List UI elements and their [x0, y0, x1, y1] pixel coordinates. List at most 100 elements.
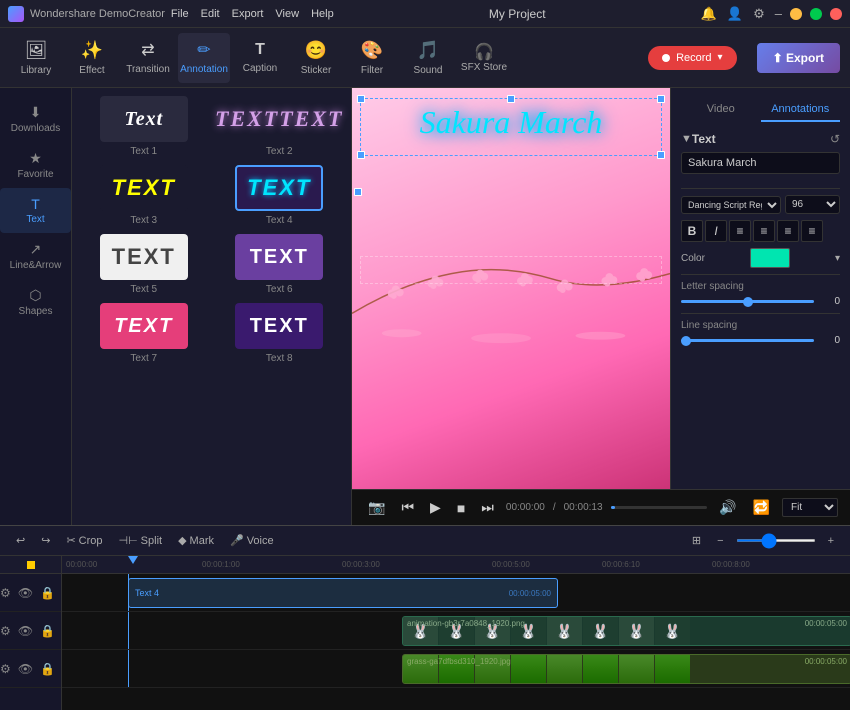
- track2-content: 🐰 🐰 🐰 🐰 🐰 🐰 🐰 🐰 animation-gb3r7a0848_192…: [62, 612, 850, 650]
- fit-select[interactable]: Fit 100% 50% Fill: [782, 498, 838, 517]
- annotation-item-4: TEXT Text 4: [216, 165, 344, 226]
- nav-shapes[interactable]: ⬡ Shapes: [0, 279, 71, 325]
- record-button[interactable]: Record ▾: [648, 46, 737, 70]
- timeline-layout-button[interactable]: ⊞: [688, 532, 705, 549]
- mark-button[interactable]: ◆ Mark: [174, 532, 218, 549]
- nav-downloads[interactable]: ⬇ Downloads: [0, 96, 71, 142]
- annotation-thumb-3[interactable]: TEXT: [100, 165, 188, 211]
- bold-button[interactable]: B: [681, 220, 703, 242]
- notification-icon[interactable]: 🔔: [701, 6, 717, 22]
- next-button[interactable]: ⏭: [477, 497, 498, 518]
- letter-spacing-slider[interactable]: [681, 300, 814, 303]
- settings-icon[interactable]: ⚙: [753, 6, 765, 22]
- track1-lock-btn[interactable]: 🔒: [38, 586, 57, 600]
- timeline-zoom-slider[interactable]: [736, 539, 816, 542]
- align-justify-button[interactable]: ≡: [801, 220, 823, 242]
- tab-video[interactable]: Video: [681, 98, 761, 122]
- line-spacing-slider[interactable]: [681, 339, 814, 342]
- grass-frame-7: [619, 654, 655, 684]
- handle-left[interactable]: [354, 188, 362, 196]
- annotation-thumb-4[interactable]: TEXT: [235, 165, 323, 211]
- crop-button[interactable]: ✂ Crop: [62, 532, 106, 549]
- win-maximize-btn[interactable]: [810, 8, 822, 20]
- align-left-button[interactable]: ≡: [729, 220, 751, 242]
- tool-sound[interactable]: 🎵 Sound: [402, 33, 454, 83]
- align-center-button[interactable]: ≡: [753, 220, 775, 242]
- track1-settings-btn[interactable]: ⚙: [0, 586, 13, 600]
- loop-button[interactable]: 🔁: [749, 497, 774, 518]
- selection-box: [360, 98, 662, 156]
- text-clip[interactable]: Text 4 00:00:05:00: [128, 578, 558, 608]
- reset-icon[interactable]: ↺: [830, 132, 840, 146]
- font-size-select[interactable]: 96: [785, 195, 840, 214]
- handle-tm[interactable]: [507, 95, 515, 103]
- align-right-button[interactable]: ≡: [777, 220, 799, 242]
- annotation-thumb-7[interactable]: TEXT: [100, 303, 188, 349]
- account-icon[interactable]: 👤: [727, 6, 743, 22]
- annotation-thumb-8[interactable]: TEXT: [235, 303, 323, 349]
- play-button[interactable]: ▶: [426, 497, 445, 518]
- handle-bl[interactable]: [357, 151, 365, 159]
- track3-content: grass-ga7dfbsd310_1920.jpg 00:00:05:00: [62, 650, 850, 688]
- tool-annotation[interactable]: ✏ Annotation: [178, 33, 230, 83]
- playhead-line-1: [128, 574, 129, 611]
- menu-export[interactable]: Export: [232, 8, 264, 20]
- undo-button[interactable]: ↩: [12, 532, 29, 549]
- tool-transition[interactable]: ⇄ Transition: [122, 33, 174, 83]
- color-dropdown-arrow[interactable]: ▾: [835, 253, 840, 264]
- voice-button[interactable]: 🎤 Voice: [226, 532, 278, 549]
- nav-favorite[interactable]: ★ Favorite: [0, 142, 71, 188]
- tab-annotations[interactable]: Annotations: [761, 98, 841, 122]
- annotation-thumb-5[interactable]: TEXT: [100, 234, 188, 280]
- tool-filter[interactable]: 🎨 Filter: [346, 33, 398, 83]
- win-minimize-btn[interactable]: [790, 8, 802, 20]
- export-button[interactable]: ⬆ Export: [757, 43, 840, 73]
- timeline-zoom-out-button[interactable]: −: [713, 533, 727, 549]
- title-bar: Wondershare DemoCreator File Edit Export…: [0, 0, 850, 28]
- tool-library[interactable]: 🖼 Library: [10, 33, 62, 83]
- annotation-thumb-1[interactable]: Text: [100, 96, 188, 142]
- annotation-thumb-2[interactable]: TEXT TEXT: [235, 96, 323, 142]
- track2-settings-btn[interactable]: ⚙: [0, 624, 13, 638]
- snapshot-button[interactable]: 📷: [364, 497, 389, 518]
- split-button[interactable]: ⊣⊢ Split: [115, 532, 167, 549]
- track2-eye-btn[interactable]: 👁: [16, 624, 35, 638]
- stop-button[interactable]: ■: [453, 498, 469, 518]
- redo-button[interactable]: ↪: [37, 532, 54, 549]
- track3-lock-btn[interactable]: 🔒: [38, 662, 57, 676]
- handle-tr[interactable]: [657, 95, 665, 103]
- text-value-input[interactable]: [681, 152, 840, 174]
- annotation-item-1: Text Text 1: [80, 96, 208, 157]
- timeline-zoom-in-button[interactable]: +: [824, 533, 838, 549]
- minimize-icon[interactable]: –: [775, 6, 782, 22]
- handle-tl[interactable]: [357, 95, 365, 103]
- tool-effect[interactable]: ✨ Effect: [66, 33, 118, 83]
- nav-text[interactable]: T Text: [0, 188, 71, 233]
- volume-button[interactable]: 🔊: [715, 497, 740, 518]
- menu-file[interactable]: File: [171, 8, 189, 20]
- menu-view[interactable]: View: [275, 8, 299, 20]
- tool-sticker[interactable]: 😊 Sticker: [290, 33, 342, 83]
- image-clip[interactable]: grass-ga7dfbsd310_1920.jpg 00:00:05:00: [402, 654, 850, 684]
- handle-br[interactable]: [657, 151, 665, 159]
- section-collapse-icon[interactable]: ▼: [681, 133, 692, 145]
- annotation-thumb-6[interactable]: TEXT: [235, 234, 323, 280]
- progress-bar[interactable]: [611, 506, 708, 509]
- annotations-panel: Text Text 1 TEXT TEXT Text 2 TEXT Text 3: [72, 88, 352, 525]
- menu-help[interactable]: Help: [311, 8, 334, 20]
- track3-settings-btn[interactable]: ⚙: [0, 662, 13, 676]
- win-close-btn[interactable]: [830, 8, 842, 20]
- track3-eye-btn[interactable]: 👁: [16, 662, 35, 676]
- italic-button[interactable]: I: [705, 220, 727, 242]
- track1-eye-btn[interactable]: 👁: [16, 586, 35, 600]
- main-toolbar: 🖼 Library ✨ Effect ⇄ Transition ✏ Annota…: [0, 28, 850, 88]
- color-swatch[interactable]: [750, 248, 790, 268]
- nav-line-arrow[interactable]: ↗ Line&Arrow: [0, 233, 71, 279]
- track2-lock-btn[interactable]: 🔒: [38, 624, 57, 638]
- tool-caption[interactable]: T Caption: [234, 33, 286, 83]
- sfx-store[interactable]: 🎧 SFX Store: [458, 42, 510, 73]
- font-select[interactable]: Dancing Script Regul: [681, 196, 781, 214]
- prev-button[interactable]: ⏮: [397, 497, 418, 518]
- animation-clip[interactable]: 🐰 🐰 🐰 🐰 🐰 🐰 🐰 🐰 animation-gb3r7a0848_192…: [402, 616, 850, 646]
- menu-edit[interactable]: Edit: [201, 8, 220, 20]
